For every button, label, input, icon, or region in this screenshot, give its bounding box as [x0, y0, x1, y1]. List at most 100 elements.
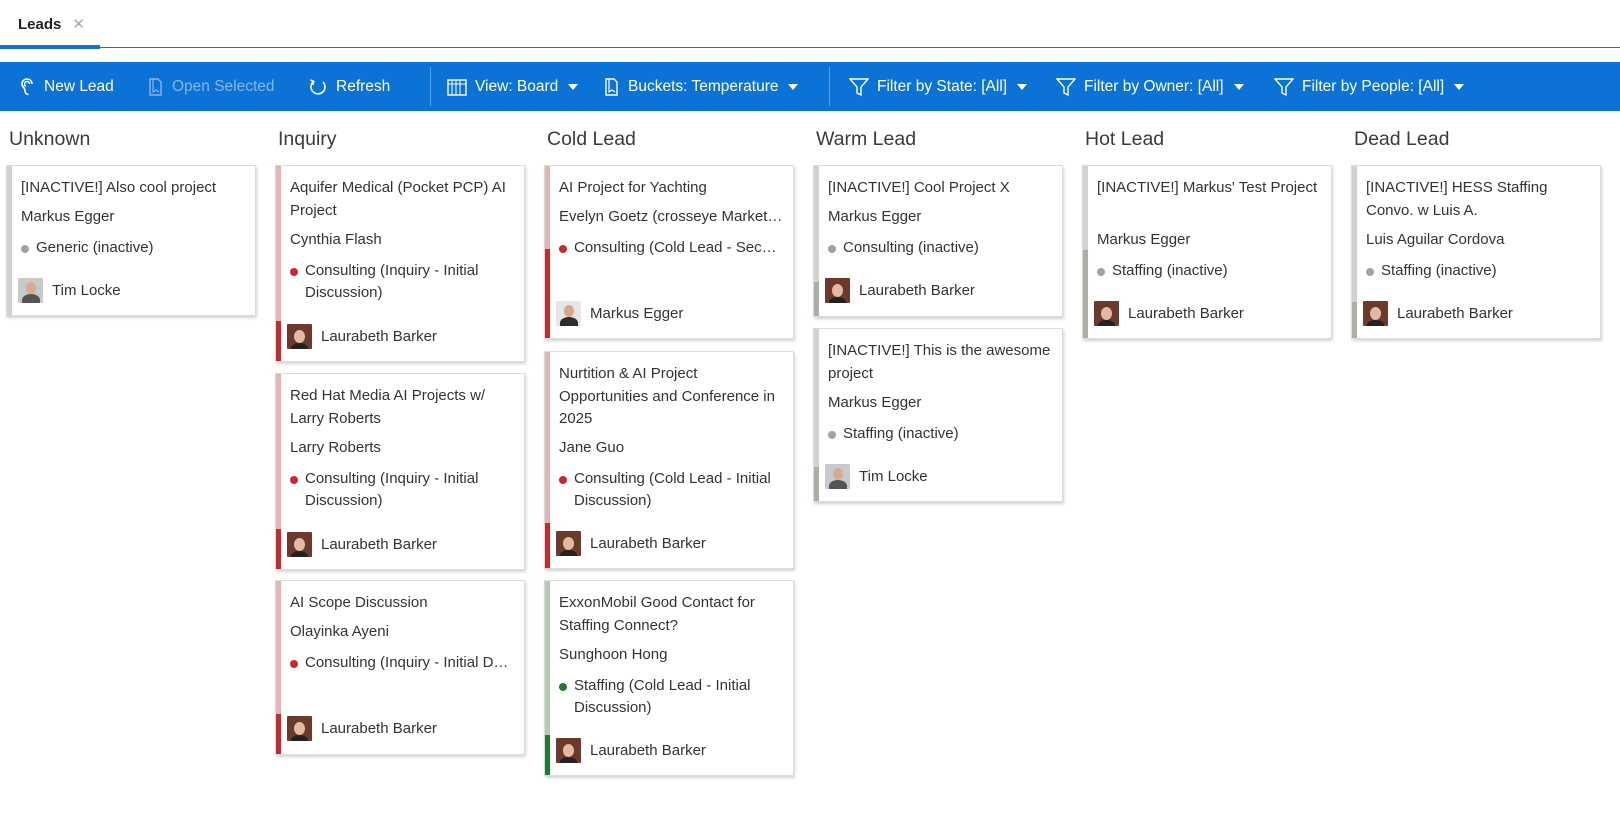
bucket-icon [605, 77, 618, 96]
owner-name: Laurabeth Barker [321, 719, 437, 737]
tab-leads[interactable]: Leads ✕ [0, 0, 100, 49]
buckets-dropdown[interactable]: Buckets: Temperature [604, 62, 799, 111]
filter-state-dropdown[interactable]: Filter by State: [All] [849, 62, 1028, 111]
card-status: Consulting (Inquiry - Initial Discussion… [290, 468, 510, 512]
card-status: Consulting (Inquiry - Initial Discussion… [290, 652, 510, 674]
open-selected-button[interactable]: Open Selected [148, 62, 275, 111]
refresh-button[interactable]: Refresh [308, 62, 390, 111]
owner-name: Laurabeth Barker [1128, 304, 1244, 322]
status-dot [1366, 268, 1374, 276]
column-header-hot-lead: Hot Lead [1085, 128, 1165, 150]
filter-people-dropdown[interactable]: Filter by People: [All] [1274, 62, 1465, 111]
status-text: Generic (inactive) [36, 239, 154, 256]
avatar [1094, 300, 1119, 326]
lead-card[interactable]: [INACTIVE!] Markus' Test Project Markus … [1082, 165, 1332, 339]
card-bar-accent [276, 714, 281, 754]
status-text: Staffing (inactive) [843, 425, 959, 442]
calendar-icon [447, 78, 467, 96]
card-bar-accent [545, 735, 550, 775]
column-header-inquiry: Inquiry [278, 128, 337, 150]
card-contact: Olayinka Ayeni [290, 623, 389, 640]
lead-card[interactable]: [INACTIVE!] HESS Staffing Convo. w Luis … [1351, 165, 1601, 339]
card-owner: Markus Egger [556, 300, 683, 326]
card-status: Consulting (Cold Lead - Initial Discussi… [559, 468, 779, 512]
owner-name: Laurabeth Barker [859, 281, 975, 299]
chevron-down-icon [568, 83, 579, 90]
column-header-dead-lead: Dead Lead [1354, 128, 1450, 150]
avatar [287, 323, 312, 349]
status-dot [559, 683, 567, 691]
ear-icon [21, 77, 33, 95]
tab-active-indicator [0, 45, 100, 49]
card-owner: Laurabeth Barker [1363, 300, 1513, 326]
lead-card[interactable]: [INACTIVE!] Cool Project X Markus Egger … [813, 165, 1063, 317]
card-title: ExxonMobil Good Contact for Staffing Con… [559, 594, 755, 634]
card-bar-accent [276, 321, 281, 361]
status-text: Consulting (Cold Lead - Second Discussio… [574, 239, 779, 256]
chevron-down-icon [788, 83, 799, 90]
lead-card[interactable]: Nurtition & AI Project Opportunities and… [544, 351, 794, 569]
card-bar-accent [1352, 302, 1357, 338]
card-contact: Markus Egger [828, 394, 922, 411]
filter-icon [849, 77, 869, 96]
avatar [556, 737, 581, 763]
lead-card[interactable]: AI Project for Yachting Evelyn Goetz (cr… [544, 165, 794, 339]
avatar [287, 715, 312, 741]
toolbar-separator [430, 67, 431, 106]
column-header-cold-lead: Cold Lead [547, 128, 636, 150]
card-bar [545, 352, 550, 525]
status-dot [290, 476, 298, 484]
column-header-warm-lead: Warm Lead [816, 128, 917, 150]
lead-card[interactable]: Red Hat Media AI Projects w/ Larry Rober… [275, 373, 525, 570]
status-text: Staffing (Cold Lead - Initial Discussion… [574, 677, 751, 716]
avatar [556, 300, 581, 326]
card-bar-accent [545, 523, 550, 568]
card-owner: Laurabeth Barker [287, 715, 437, 741]
tab-label: Leads [18, 15, 62, 33]
card-title: [INACTIVE!] Cool Project X [828, 179, 1010, 196]
status-text: Consulting (Inquiry - Initial Discussion… [305, 654, 510, 671]
lead-card[interactable]: AI Scope Discussion Olayinka Ayeni Consu… [275, 580, 525, 755]
owner-name: Laurabeth Barker [321, 535, 437, 553]
card-contact: Jane Guo [559, 439, 625, 456]
filter-state-label: Filter by State: [All] [877, 77, 1008, 95]
card-bar-accent [545, 249, 550, 338]
tab-strip: Leads ✕ [0, 0, 1620, 49]
chevron-down-icon [1454, 83, 1465, 90]
new-lead-label: New Lead [44, 77, 114, 95]
lead-card[interactable]: [INACTIVE!] Also cool project Markus Egg… [6, 165, 256, 317]
card-status: Consulting (inactive) [828, 237, 1048, 259]
card-status: Staffing (Cold Lead - Initial Discussion… [559, 675, 779, 719]
status-dot [1097, 268, 1105, 276]
status-dot [559, 476, 567, 484]
status-text: Consulting (Inquiry - Initial Discussion… [305, 262, 479, 301]
status-dot [828, 245, 836, 253]
lead-card[interactable]: Aquifer Medical (Pocket PCP) AI Project … [275, 165, 525, 362]
card-status: Staffing (inactive) [1097, 260, 1317, 282]
owner-name: Markus Egger [590, 304, 684, 322]
card-status: Staffing (inactive) [828, 423, 1048, 445]
card-title: AI Project for Yachting [559, 179, 707, 196]
new-lead-button[interactable]: New Lead [20, 62, 114, 111]
chevron-down-icon [1233, 83, 1244, 90]
card-bar [545, 166, 550, 251]
open-selected-label: Open Selected [172, 77, 275, 95]
filter-owner-dropdown[interactable]: Filter by Owner: [All] [1056, 62, 1244, 111]
avatar [287, 531, 312, 557]
card-contact: Markus Egger [21, 208, 115, 225]
avatar [1363, 300, 1388, 326]
tab-close-icon[interactable]: ✕ [72, 15, 85, 33]
card-bar [276, 581, 281, 716]
card-bar [276, 374, 281, 531]
view-dropdown[interactable]: View: Board [447, 62, 579, 111]
status-text: Consulting (Inquiry - Initial Discussion… [305, 470, 479, 509]
card-contact: Markus Egger [1097, 231, 1191, 248]
refresh-icon [310, 78, 326, 95]
card-owner: Laurabeth Barker [825, 277, 975, 303]
lead-card[interactable]: ExxonMobil Good Contact for Staffing Con… [544, 580, 794, 776]
lead-card[interactable]: [INACTIVE!] This is the awesome project … [813, 328, 1063, 502]
column-header-unknown: Unknown [9, 128, 91, 150]
filter-icon [1056, 77, 1076, 96]
card-bar [276, 166, 281, 323]
card-bar-accent [814, 282, 819, 316]
